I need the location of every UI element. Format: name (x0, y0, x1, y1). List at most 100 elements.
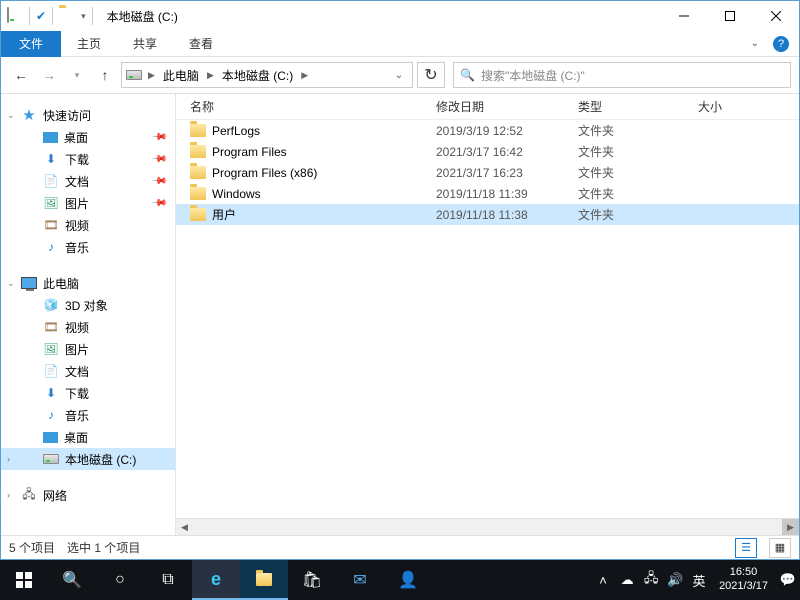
breadcrumb-sep-icon[interactable]: ▶ (299, 70, 310, 81)
qat-folder-icon[interactable] (59, 8, 75, 24)
start-button[interactable] (0, 560, 48, 600)
view-details-button[interactable]: ☰ (735, 538, 757, 558)
file-list[interactable]: PerfLogs2019/3/19 12:52文件夹Program Files2… (176, 120, 799, 518)
address-dropdown-icon[interactable]: ⌄ (390, 70, 408, 81)
file-type: 文件夹 (578, 143, 698, 160)
tray-clock[interactable]: 16:50 2021/3/17 (711, 566, 776, 594)
mail-button[interactable]: ✉ (336, 560, 384, 600)
network-icon: 🖧 (21, 487, 37, 503)
forward-button[interactable]: → (37, 63, 61, 87)
file-row[interactable]: 用户2019/11/18 11:38文件夹 (176, 204, 799, 225)
expand-icon[interactable]: › (7, 490, 10, 500)
store-button[interactable]: 🛍 (288, 560, 336, 600)
folder-icon (190, 145, 206, 158)
file-type: 文件夹 (578, 206, 698, 223)
status-bar: 5 个项目 选中 1 个项目 ☰ ▦ (1, 535, 799, 559)
explorer-window: ✔ ▾ 本地磁盘 (C:) 文件 主页 共享 查看 ⌄ ? ← → (0, 0, 800, 560)
qat-properties-icon[interactable]: ✔ (36, 9, 46, 23)
close-button[interactable] (753, 1, 799, 31)
tab-file[interactable]: 文件 (1, 31, 61, 57)
nav-pane[interactable]: ⌄★快速访问 桌面📌 ⬇下载📌 📄文档📌 🖼图片📌 🎞视频 ♪音乐 ⌄此电脑 🧊… (1, 94, 176, 535)
address-bar[interactable]: ▶ 此电脑 ▶ 本地磁盘 (C:) ▶ ⌄ (121, 62, 413, 88)
back-button[interactable]: ← (9, 63, 33, 87)
nav-desktop[interactable]: 桌面📌 (1, 126, 175, 148)
breadcrumb-root[interactable]: 此电脑 (161, 65, 201, 86)
file-row[interactable]: PerfLogs2019/3/19 12:52文件夹 (176, 120, 799, 141)
col-date[interactable]: 修改日期 (436, 98, 578, 115)
nav-label: 文档 (65, 173, 89, 190)
file-row[interactable]: Program Files (x86)2021/3/17 16:23文件夹 (176, 162, 799, 183)
col-type[interactable]: 类型 (578, 98, 698, 115)
maximize-button[interactable] (707, 1, 753, 31)
nav-videos2[interactable]: 🎞视频 (1, 316, 175, 338)
nav-music[interactable]: ♪音乐 (1, 236, 175, 258)
ribbon-collapse-icon[interactable]: ⌄ (743, 38, 767, 49)
refresh-button[interactable]: ↻ (417, 62, 445, 88)
expand-icon[interactable]: ⌄ (7, 110, 15, 121)
people-button[interactable]: 👤 (384, 560, 432, 600)
nav-quick-access[interactable]: ⌄★快速访问 (1, 104, 175, 126)
help-icon[interactable]: ? (773, 36, 789, 52)
col-size[interactable]: 大小 (698, 98, 799, 115)
music-icon: ♪ (43, 407, 59, 423)
quick-access-toolbar: ✔ ▾ (1, 7, 101, 25)
nav-desktop2[interactable]: 桌面 (1, 426, 175, 448)
tray-notifications-icon[interactable]: 💬 (776, 572, 800, 588)
tray-overflow-icon[interactable]: ˄ (591, 573, 615, 588)
search-button[interactable]: 🔍 (48, 560, 96, 600)
search-input[interactable]: 🔍 搜索"本地磁盘 (C:)" (453, 62, 791, 88)
scroll-right-icon[interactable]: ▶ (782, 519, 799, 536)
pictures-icon: 🖼 (43, 341, 59, 357)
qat-dropdown-icon[interactable]: ▾ (81, 11, 86, 22)
nav-documents2[interactable]: 📄文档 (1, 360, 175, 382)
desktop-icon (43, 132, 58, 143)
file-row[interactable]: Program Files2021/3/17 16:42文件夹 (176, 141, 799, 162)
expand-icon[interactable]: ⌄ (7, 278, 15, 289)
music-icon: ♪ (43, 239, 59, 255)
view-icons-button[interactable]: ▦ (769, 538, 791, 558)
status-count: 5 个项目 (9, 539, 55, 556)
tray-ime[interactable]: 英 (687, 571, 711, 590)
nav-label: 音乐 (65, 407, 89, 424)
nav-pictures[interactable]: 🖼图片📌 (1, 192, 175, 214)
cortana-button[interactable]: ○ (96, 560, 144, 600)
documents-icon: 📄 (43, 363, 59, 379)
file-name: 用户 (212, 206, 236, 223)
tray-volume-icon[interactable]: 🔊 (663, 572, 687, 588)
tray-network-icon[interactable]: 🖧 (639, 569, 663, 591)
nav-pictures2[interactable]: 🖼图片 (1, 338, 175, 360)
nav-downloads2[interactable]: ⬇下载 (1, 382, 175, 404)
scroll-left-icon[interactable]: ◀ (176, 519, 193, 536)
nav-label: 视频 (65, 319, 89, 336)
pin-icon: 📌 (150, 173, 167, 190)
col-name[interactable]: 名称 (176, 98, 436, 115)
breadcrumb-sep-icon[interactable]: ▶ (205, 70, 216, 81)
nav-videos[interactable]: 🎞视频 (1, 214, 175, 236)
tab-share[interactable]: 共享 (117, 35, 173, 52)
explorer-button[interactable] (240, 560, 288, 600)
breadcrumb-drive[interactable]: 本地磁盘 (C:) (220, 65, 295, 86)
scroll-track[interactable] (193, 519, 782, 536)
tab-home[interactable]: 主页 (61, 35, 117, 52)
nav-downloads[interactable]: ⬇下载📌 (1, 148, 175, 170)
tab-view[interactable]: 查看 (173, 35, 229, 52)
file-row[interactable]: Windows2019/11/18 11:39文件夹 (176, 183, 799, 204)
breadcrumb-sep-icon[interactable]: ▶ (146, 70, 157, 81)
taskview-button[interactable]: ⧉ (144, 560, 192, 600)
edge-button[interactable]: e (192, 560, 240, 600)
expand-icon[interactable]: › (7, 454, 10, 464)
nav-this-pc[interactable]: ⌄此电脑 (1, 272, 175, 294)
file-name: PerfLogs (212, 124, 260, 138)
nav-3d-objects[interactable]: 🧊3D 对象 (1, 294, 175, 316)
up-button[interactable]: ↑ (93, 63, 117, 87)
nav-network[interactable]: ›🖧网络 (1, 484, 175, 506)
minimize-button[interactable] (661, 1, 707, 31)
drive-icon (43, 451, 59, 467)
scrollbar-horizontal[interactable]: ◀ ▶ (176, 518, 799, 535)
nav-music2[interactable]: ♪ 音乐 (1, 404, 175, 426)
nav-drive-c[interactable]: ›本地磁盘 (C:) (1, 448, 175, 470)
nav-documents[interactable]: 📄文档📌 (1, 170, 175, 192)
tray-onedrive-icon[interactable]: ☁ (615, 572, 639, 588)
nav-label: 视频 (65, 217, 89, 234)
recent-dropdown-icon[interactable]: ▾ (65, 63, 89, 87)
